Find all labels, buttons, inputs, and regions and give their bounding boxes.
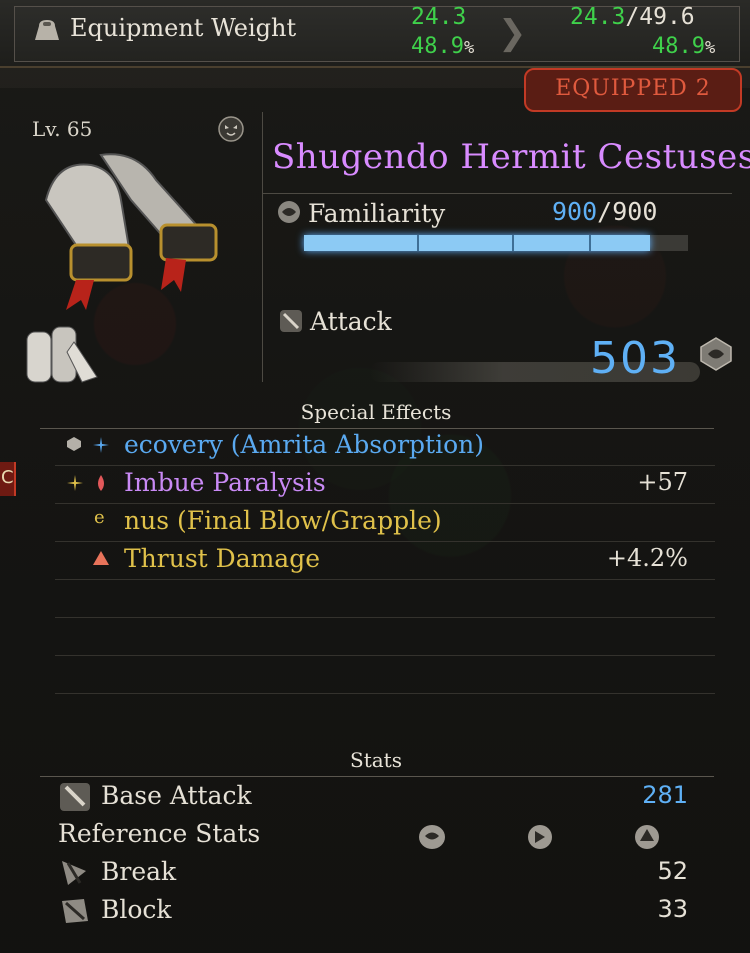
percent-sign: %	[463, 38, 475, 58]
weight-separator: /	[625, 4, 640, 30]
item-level: Lv. 65	[32, 117, 93, 141]
max-weight: 49.6	[639, 4, 695, 30]
stats-title: Stats	[350, 748, 402, 772]
special-effect-text: nus (Final Blow/Grapple)	[124, 506, 442, 535]
vertical-divider	[262, 112, 263, 382]
special-effect-text: Imbue Paralysis	[124, 468, 326, 497]
reference-stats-row: Reference Stats	[0, 817, 750, 853]
special-effect-value: +57	[637, 468, 688, 496]
hexagon-icon	[66, 436, 82, 456]
special-effect-row[interactable]: e nus (Final Blow/Grapple)	[0, 504, 750, 540]
current-weight: 24.3	[411, 4, 467, 30]
mask-icon	[218, 116, 244, 142]
block-value: 33	[657, 895, 688, 923]
heart-stat-icon	[419, 825, 445, 849]
new-weight: 24.3/49.6	[570, 4, 695, 30]
familiarity-separator: /	[597, 197, 613, 226]
block-row: Block 33	[0, 893, 750, 929]
break-row: Break 52	[0, 855, 750, 891]
break-icon	[62, 861, 86, 885]
block-icon	[62, 899, 88, 923]
familiarity-max: 900	[612, 197, 658, 226]
special-effect-value: +4.2%	[606, 544, 688, 572]
skill-stat-icon	[635, 825, 659, 849]
familiarity-label: Familiarity	[308, 199, 446, 228]
stamina-stat-icon	[528, 825, 552, 849]
base-attack-label: Base Attack	[101, 781, 252, 810]
sword-icon	[60, 783, 90, 811]
new-weight-value: 24.3	[570, 4, 626, 30]
compare-arrow-icon: ❯	[498, 13, 527, 53]
equipped-badge: EQUIPPED 2	[524, 68, 742, 112]
current-weight-pct: 48.9%	[411, 34, 474, 59]
familiarity-value: 900/900	[552, 197, 657, 226]
item-name: Shugendo Hermit Cestuses	[272, 137, 750, 177]
familiarity-bar-segment	[512, 235, 514, 251]
stats-divider	[40, 776, 714, 777]
weight-label: Equipment Weight	[70, 14, 297, 42]
row-divider	[55, 617, 715, 618]
break-label: Break	[101, 857, 177, 886]
base-attack-value: 281	[642, 781, 688, 809]
familiarity-icon	[278, 201, 300, 223]
special-effect-row[interactable]: ecovery (Amrita Absorption)	[0, 428, 750, 464]
new-weight-pct: 48.9%	[652, 34, 715, 59]
block-label: Block	[101, 895, 172, 924]
soul-core-icon	[700, 337, 732, 371]
ring-icon: e	[94, 507, 105, 528]
special-effects-title: Special Effects	[300, 400, 452, 424]
weight-icon	[35, 20, 59, 40]
special-effect-text: Thrust Damage	[124, 544, 321, 573]
special-effect-row[interactable]: Thrust Damage +4.2%	[0, 542, 750, 578]
familiarity-bar-segment	[417, 235, 419, 251]
triangle-icon	[92, 550, 110, 570]
percent-sign: %	[704, 38, 716, 58]
special-effect-text: ecovery (Amrita Absorption)	[124, 430, 484, 459]
sparkle-icon	[92, 436, 110, 458]
new-weight-pct-value: 48.9	[652, 34, 705, 59]
gauntlet-thumbnail	[26, 326, 98, 383]
familiarity-bar	[304, 235, 688, 251]
attack-value: 503	[590, 333, 680, 384]
header-divider	[262, 193, 732, 194]
row-divider	[55, 655, 715, 656]
star-icon	[66, 474, 84, 496]
familiarity-bar-segment	[589, 235, 591, 251]
drop-icon	[94, 474, 108, 496]
familiarity-bar-fill	[304, 235, 650, 251]
current-weight-pct-value: 48.9	[411, 34, 464, 59]
equipment-weight-bar: Equipment Weight 24.3 48.9% ❯ 24.3/49.6 …	[0, 0, 750, 68]
break-value: 52	[657, 857, 688, 885]
attack-label: Attack	[310, 307, 392, 336]
familiarity-current: 900	[552, 197, 598, 226]
cestus-gauntlets-image	[44, 153, 218, 310]
base-attack-row: Base Attack 281	[0, 779, 750, 815]
special-effect-row[interactable]: Imbue Paralysis +57	[0, 466, 750, 502]
row-divider	[55, 579, 715, 580]
row-divider	[55, 693, 715, 694]
reference-stats-label: Reference Stats	[58, 819, 261, 848]
attack-icon	[280, 310, 302, 332]
